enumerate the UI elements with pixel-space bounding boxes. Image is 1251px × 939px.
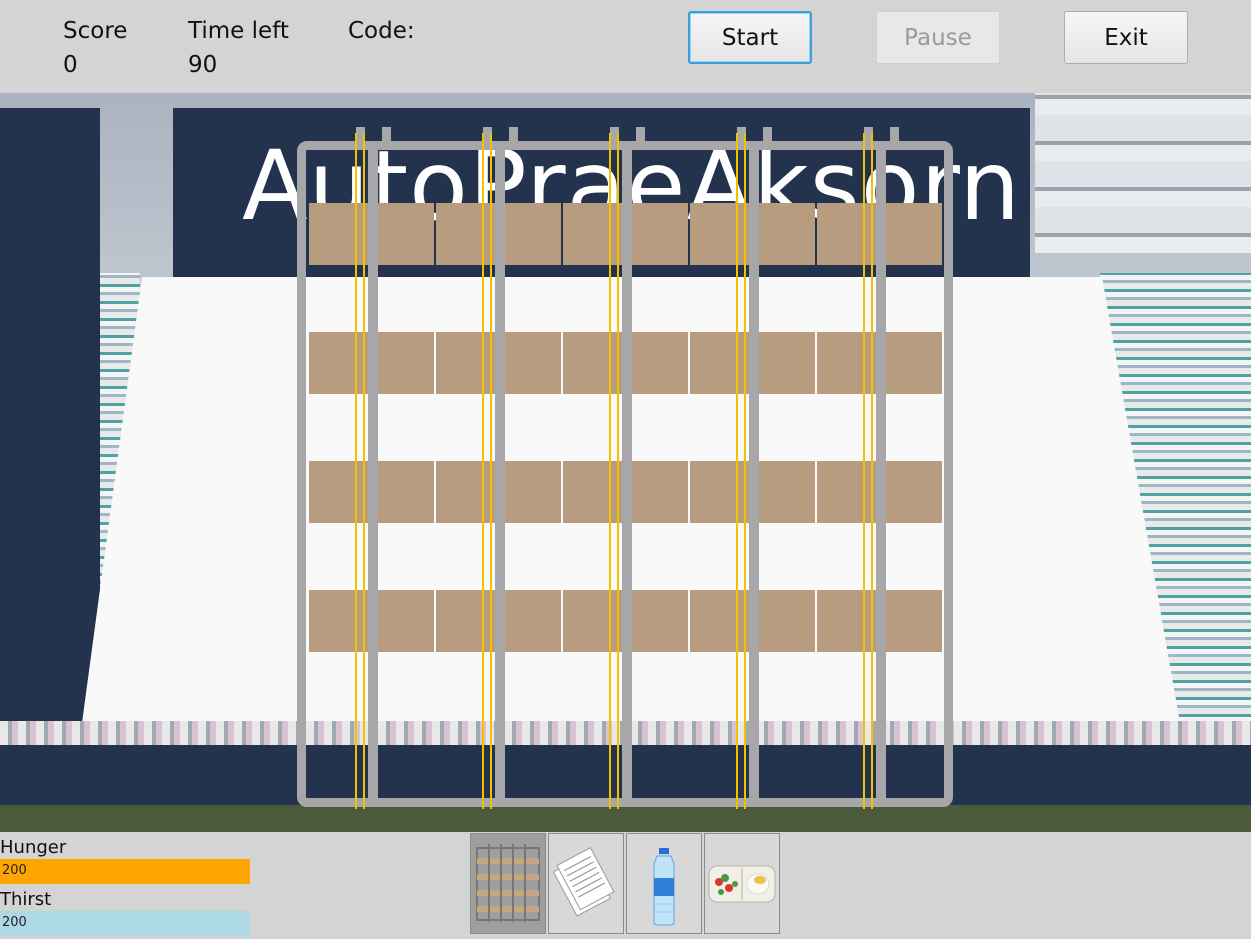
ground bbox=[0, 805, 1251, 832]
frame-stub bbox=[890, 127, 899, 143]
frame-post bbox=[622, 143, 632, 807]
guide-line bbox=[871, 133, 873, 809]
guide-line bbox=[609, 133, 611, 809]
frame-post bbox=[368, 143, 378, 807]
thirst-label: Thirst bbox=[0, 889, 52, 910]
guide-line bbox=[363, 133, 365, 809]
guide-line bbox=[355, 133, 357, 809]
hunger-label: Hunger bbox=[0, 837, 67, 858]
game-scene[interactable]: AutoPraeAksorn bbox=[0, 93, 1251, 832]
score-label: Score bbox=[63, 18, 128, 44]
top-bar: Score 0 Time left 90 Code: Start Pause E… bbox=[0, 0, 1251, 93]
start-button[interactable]: Start bbox=[688, 11, 812, 64]
background-building bbox=[1035, 93, 1251, 253]
pause-button[interactable]: Pause bbox=[876, 11, 1000, 64]
frame-stub bbox=[636, 127, 645, 143]
time-stat: Time left 90 bbox=[188, 14, 289, 82]
time-value: 90 bbox=[188, 52, 218, 78]
thirst-bar: 200 bbox=[0, 911, 250, 936]
inventory-slot-food[interactable] bbox=[704, 833, 780, 934]
guide-line bbox=[863, 133, 865, 809]
frame-stub bbox=[763, 127, 772, 143]
water-bottle-icon bbox=[653, 848, 675, 926]
guide-line bbox=[490, 133, 492, 809]
hunger-value: 200 bbox=[2, 863, 27, 878]
frame-stub bbox=[509, 127, 518, 143]
frame-post bbox=[749, 143, 759, 807]
frame-stub bbox=[382, 127, 391, 143]
guide-line bbox=[617, 133, 619, 809]
food-box-icon bbox=[708, 865, 776, 903]
inventory-slot-grid[interactable] bbox=[470, 833, 546, 934]
guide-line bbox=[736, 133, 738, 809]
guide-line bbox=[482, 133, 484, 809]
inventory-slot-water[interactable] bbox=[626, 833, 702, 934]
status-panel: Hunger 200 Thirst 200 bbox=[0, 832, 470, 939]
paper-sheets-icon bbox=[552, 846, 615, 917]
time-label: Time left bbox=[188, 18, 289, 44]
code-label: Code: bbox=[348, 18, 415, 44]
frame-post bbox=[876, 143, 886, 807]
grid-frame-icon bbox=[476, 844, 540, 922]
score-value: 0 bbox=[63, 52, 78, 78]
left-panel bbox=[0, 108, 100, 728]
hunger-bar: 200 bbox=[0, 859, 250, 884]
guide-line bbox=[744, 133, 746, 809]
score-stat: Score 0 bbox=[63, 14, 127, 82]
code-stat: Code: bbox=[348, 14, 415, 48]
thirst-value: 200 bbox=[2, 915, 27, 930]
frame-post bbox=[495, 143, 505, 807]
exit-button[interactable]: Exit bbox=[1064, 11, 1188, 64]
inventory-slot-paper[interactable] bbox=[548, 833, 624, 934]
